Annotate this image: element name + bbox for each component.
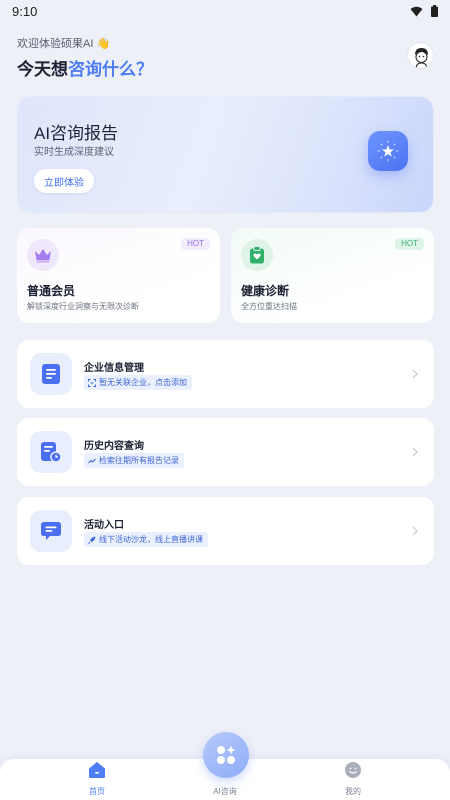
chevron-right-icon bbox=[412, 526, 418, 536]
list-item-activity[interactable]: 活动入口 线下活动沙龙，线上直播讲课 bbox=[17, 497, 434, 565]
try-now-button[interactable]: 立即体验 bbox=[34, 169, 94, 193]
status-time: 9:10 bbox=[12, 3, 38, 19]
member-card[interactable]: HOT 普通会员 解锁深度行业洞察与无限次诊断 bbox=[17, 228, 220, 323]
tab-mine[interactable]: 我的 bbox=[313, 759, 393, 800]
list-item-title: 企业信息管理 bbox=[84, 363, 144, 374]
banner-title: AI咨询报告 bbox=[34, 124, 119, 143]
avatar[interactable] bbox=[407, 42, 434, 69]
hot-badge: HOT bbox=[395, 238, 424, 250]
user-avatar-icon bbox=[415, 48, 428, 68]
banner-icon-badge bbox=[368, 131, 408, 171]
chevron-right-icon bbox=[412, 369, 418, 379]
battery-icon bbox=[431, 5, 438, 17]
smile-face-icon bbox=[345, 762, 361, 778]
member-title: 普通会员 bbox=[27, 284, 76, 298]
headline-accent: 咨询什么？ bbox=[68, 60, 153, 79]
health-title: 健康诊断 bbox=[241, 284, 290, 298]
headline-prefix: 今天想 bbox=[17, 60, 68, 79]
tab-mine-label: 我的 bbox=[345, 787, 361, 796]
ai-report-banner[interactable]: AI咨询报告 实时生成深度建议 立即体验 bbox=[17, 96, 434, 213]
enterprise-icon-box bbox=[30, 353, 72, 395]
tab-ai-label: AI咨询 bbox=[213, 787, 237, 796]
trend-icon bbox=[88, 458, 96, 463]
crown-icon bbox=[35, 249, 51, 263]
ai-apps-icon bbox=[217, 745, 236, 764]
list-item-title: 活动入口 bbox=[84, 520, 124, 531]
scan-icon bbox=[88, 378, 96, 387]
document-list-icon bbox=[42, 364, 60, 384]
list-item-tag-text: 线下活动沙龙，线上直播讲课 bbox=[99, 535, 203, 544]
list-item-tag: 线下活动沙龙，线上直播讲课 bbox=[84, 532, 208, 547]
list-item-history[interactable]: 历史内容查询 检索往期所有报告记录 bbox=[17, 418, 434, 486]
greeting-text: 欢迎体验硕果AI 👋 bbox=[17, 38, 111, 50]
tab-home-label: 首页 bbox=[89, 787, 105, 796]
list-item-tag-text: 暂无关联企业，点击添加 bbox=[99, 378, 187, 387]
activity-icon-box bbox=[30, 510, 72, 552]
member-icon-circle bbox=[27, 239, 59, 271]
history-icon-box bbox=[30, 431, 72, 473]
wifi-icon bbox=[410, 6, 423, 16]
history-doc-icon bbox=[41, 442, 62, 463]
hot-badge: HOT bbox=[181, 238, 210, 250]
member-subtitle: 解锁深度行业洞察与无限次诊断 bbox=[27, 302, 139, 311]
list-item-tag-text: 检索往期所有报告记录 bbox=[99, 456, 179, 465]
list-item-tag: 检索往期所有报告记录 bbox=[84, 453, 184, 468]
list-item-title: 历史内容查询 bbox=[84, 441, 144, 452]
page-title: 今天想咨询什么？ bbox=[17, 55, 153, 80]
chevron-right-icon bbox=[412, 447, 418, 457]
status-bar: 9:10 bbox=[0, 0, 450, 22]
tab-home[interactable]: 首页 bbox=[57, 759, 137, 800]
health-subtitle: 全方位重达扫描 bbox=[241, 302, 297, 311]
health-card[interactable]: HOT 健康诊断 全方位重达扫描 bbox=[231, 228, 434, 323]
health-icon-circle bbox=[241, 239, 273, 271]
list-item-enterprise[interactable]: 企业信息管理 暂无关联企业，点击添加 bbox=[17, 340, 434, 408]
chat-bubble-icon bbox=[41, 522, 61, 540]
banner-subtitle: 实时生成深度建议 bbox=[34, 147, 114, 158]
clipboard-heart-icon bbox=[250, 246, 264, 264]
home-icon bbox=[89, 762, 105, 778]
sparkle-star-icon bbox=[377, 140, 399, 162]
rocket-icon bbox=[88, 536, 96, 544]
ai-consult-fab[interactable] bbox=[203, 732, 249, 778]
list-item-tag: 暂无关联企业，点击添加 bbox=[84, 375, 192, 390]
